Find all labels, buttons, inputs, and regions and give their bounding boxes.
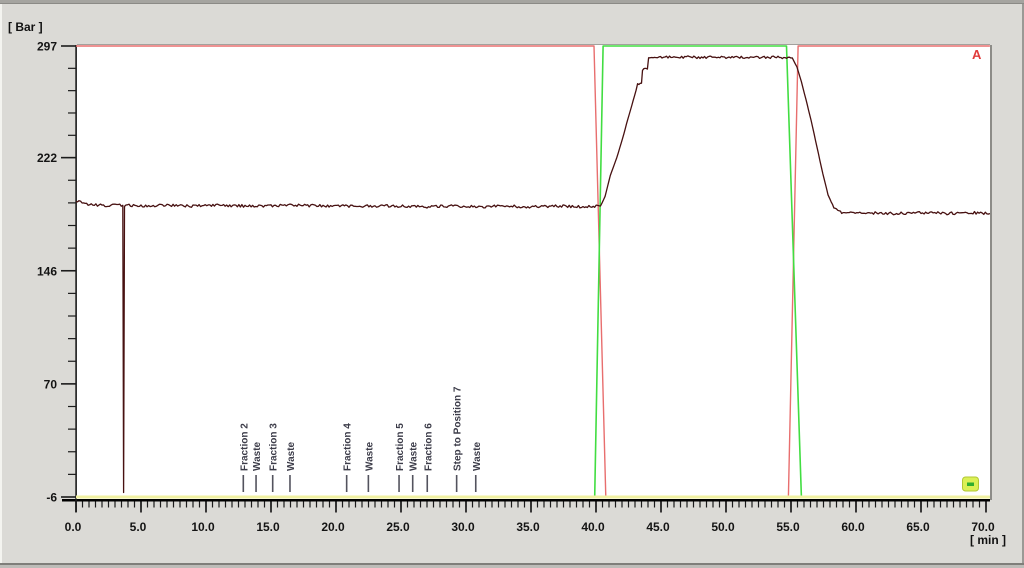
x-tick-label: 70.0 (971, 520, 995, 534)
x-tick-label: 30.0 (451, 520, 475, 534)
x-axis-line (62, 499, 990, 502)
event-label: Waste (252, 441, 263, 471)
event-label: Waste (472, 441, 483, 471)
y-tick-label: 146 (37, 264, 57, 278)
x-tick-label: 25.0 (386, 520, 410, 534)
x-tick-label: 10.0 (191, 520, 215, 534)
event-label: Waste (286, 441, 297, 471)
x-tick-label: 65.0 (906, 520, 930, 534)
channel-a-label: A (972, 47, 982, 62)
y-axis-line (75, 45, 77, 512)
x-tick-label: 0.0 (65, 520, 82, 534)
trace-marker-dash (967, 482, 974, 486)
x-tick-label: 40.0 (581, 520, 605, 534)
x-tick-label: 50.0 (711, 520, 735, 534)
chromatogram-window: 297 222 146 70 -6 0.0 5.0 10.0 15.0 20.0 25.0 30.0 3… (0, 0, 1024, 568)
x-tick-label: 45.0 (646, 520, 670, 534)
y-tick-label: 70 (44, 377, 58, 391)
event-label: Fraction 6 (423, 423, 434, 471)
x-tick-label: 55.0 (776, 520, 800, 534)
pressure-trace-chart: 297 222 146 70 -6 0.0 5.0 10.0 15.0 20.0 25.0 30.0 3… (37, 40, 995, 535)
x-tick-label: 20.0 (321, 520, 345, 534)
x-axis-unit-label: [ min ] (970, 533, 1006, 547)
x-tick-label: 60.0 (841, 520, 865, 534)
event-label: Waste (364, 441, 375, 471)
x-tick-label: 15.0 (256, 520, 280, 534)
y-tick-label: -6 (46, 491, 57, 505)
plot-area (77, 45, 990, 500)
y-axis-unit-label: [ Bar ] (8, 20, 43, 34)
event-label: Waste (409, 441, 420, 471)
x-tick-label: 5.0 (130, 520, 147, 534)
event-label: Fraction 3 (269, 423, 280, 471)
y-tick-label: 222 (37, 151, 57, 165)
event-label: Fraction 2 (239, 423, 250, 471)
event-label: Fraction 4 (343, 423, 354, 471)
event-label: Step to Position 7 (453, 386, 464, 471)
y-tick-label: 297 (37, 40, 57, 54)
event-label: Fraction 5 (395, 423, 406, 471)
x-tick-label: 35.0 (516, 520, 540, 534)
